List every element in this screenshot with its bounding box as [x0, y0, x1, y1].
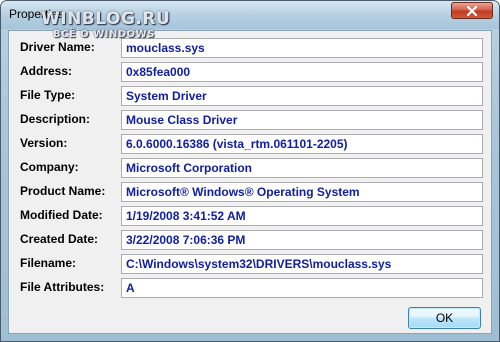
field-value-filename[interactable]: C:\Windows\system32\DRIVERS\mouclass.sys	[121, 254, 483, 274]
field-row-description: Description: Mouse Class Driver	[9, 110, 493, 130]
ok-button[interactable]: OK	[408, 307, 481, 329]
field-value-modified-date[interactable]: 1/19/2008 3:41:52 AM	[121, 206, 483, 226]
field-row-address: Address: 0x85fea000	[9, 62, 493, 82]
window-title: Properties	[9, 7, 64, 21]
field-row-file-attributes: File Attributes: A	[9, 278, 493, 298]
field-label: Created Date:	[20, 232, 99, 246]
field-label: Version:	[20, 136, 68, 150]
field-label: Modified Date:	[20, 208, 103, 222]
field-row-filename: Filename: C:\Windows\system32\DRIVERS\mo…	[9, 254, 493, 274]
field-label: Driver Name:	[20, 40, 95, 54]
field-value-created-date[interactable]: 3/22/2008 7:06:36 PM	[121, 230, 483, 250]
field-label: Company:	[20, 160, 79, 174]
field-value-company[interactable]: Microsoft Corporation	[121, 158, 483, 178]
field-label: Description:	[20, 112, 91, 126]
field-row-driver-name: Driver Name: mouclass.sys	[9, 38, 493, 58]
field-label: Filename:	[20, 256, 77, 270]
field-label: File Attributes:	[20, 280, 105, 294]
field-row-product-name: Product Name: Microsoft® Windows® Operat…	[9, 182, 493, 202]
field-value-file-attributes[interactable]: A	[121, 278, 483, 298]
field-row-company: Company: Microsoft Corporation	[9, 158, 493, 178]
field-label: Address:	[20, 64, 73, 78]
field-value-file-type[interactable]: System Driver	[121, 86, 483, 106]
close-button[interactable]	[451, 2, 493, 19]
field-row-file-type: File Type: System Driver	[9, 86, 493, 106]
field-value-address[interactable]: 0x85fea000	[121, 62, 483, 82]
field-value-driver-name[interactable]: mouclass.sys	[121, 38, 483, 58]
properties-window: Properties Driver Name: mouclass.sys Add…	[0, 0, 500, 342]
properties-panel: Driver Name: mouclass.sys Address: 0x85f…	[8, 30, 492, 334]
field-value-description[interactable]: Mouse Class Driver	[121, 110, 483, 130]
field-label: Product Name:	[20, 184, 106, 198]
field-value-version[interactable]: 6.0.6000.16386 (vista_rtm.061101-2205)	[121, 134, 483, 154]
field-row-modified-date: Modified Date: 1/19/2008 3:41:52 AM	[9, 206, 493, 226]
field-label: File Type:	[20, 88, 76, 102]
field-value-product-name[interactable]: Microsoft® Windows® Operating System	[121, 182, 483, 202]
field-row-created-date: Created Date: 3/22/2008 7:06:36 PM	[9, 230, 493, 250]
field-row-version: Version: 6.0.6000.16386 (vista_rtm.06110…	[9, 134, 493, 154]
title-bar[interactable]: Properties	[1, 1, 499, 29]
close-icon	[466, 6, 478, 16]
